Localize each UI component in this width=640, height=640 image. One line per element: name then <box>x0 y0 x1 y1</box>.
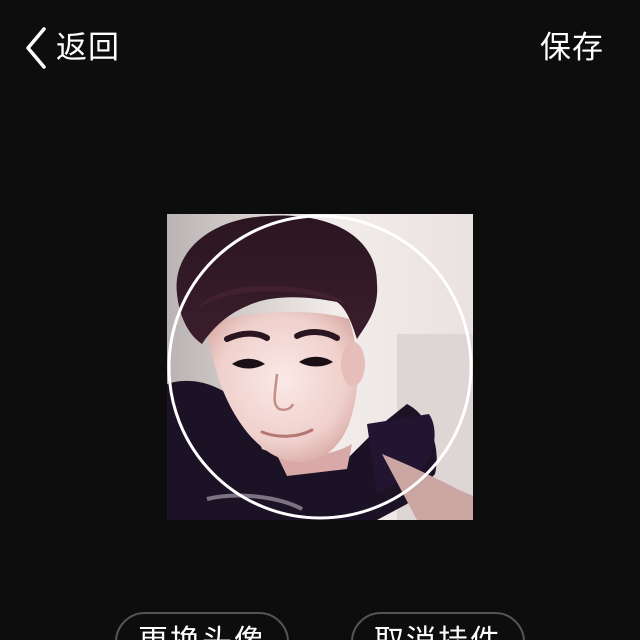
back-label: 返回 <box>56 30 120 66</box>
avatar-edit-screen: 返回 保存 <box>0 0 640 640</box>
chevron-left-icon <box>26 27 46 69</box>
cancel-pendant-button[interactable]: 取消挂件 <box>351 612 525 640</box>
top-navigation-bar: 返回 保存 <box>0 0 640 96</box>
avatar-photo <box>167 214 473 520</box>
change-avatar-button[interactable]: 更换头像 <box>115 612 289 640</box>
save-button[interactable]: 保存 <box>540 24 604 72</box>
back-button[interactable]: 返回 <box>24 24 120 72</box>
avatar-crop-area[interactable] <box>167 214 473 520</box>
